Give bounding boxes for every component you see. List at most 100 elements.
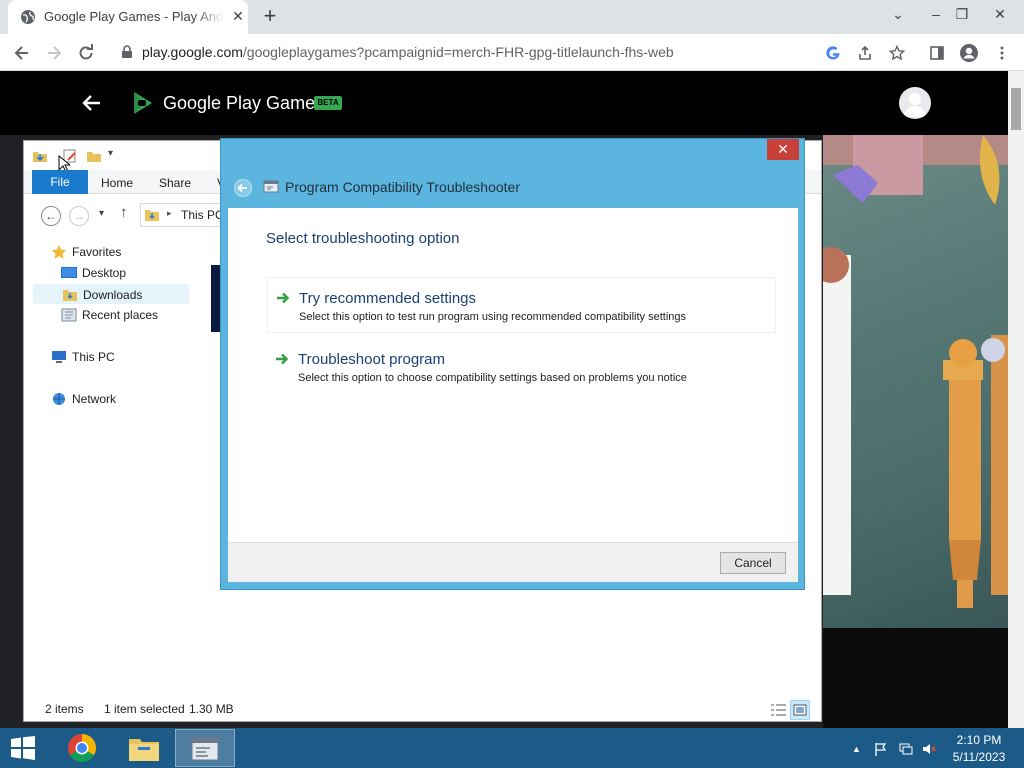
option-description: Select this option to choose compatibili… [298, 372, 687, 384]
minimize-button[interactable]: – [922, 2, 950, 26]
nav-label: Favorites [72, 245, 122, 259]
share-icon [859, 45, 871, 60]
status-item-count: 2 items [45, 702, 84, 716]
url-path: /googleplaygames?pcampaignid=merch-FHR-g… [242, 44, 674, 60]
large-icons-view-icon [793, 704, 807, 716]
clock-date[interactable]: 5/11/2023 [948, 750, 1010, 764]
troubleshooter-dialog: ✕ Program Compatibility Troubleshooter S… [220, 138, 805, 590]
globe-icon [21, 10, 35, 24]
play-games-logo-icon [134, 92, 152, 114]
option-troubleshoot-program[interactable]: Troubleshoot program Select this option … [267, 339, 776, 395]
beta-badge: BETA [314, 96, 342, 110]
url-text: play.google.com/googleplaygames?pcampaig… [142, 44, 674, 60]
forward-button[interactable] [41, 40, 67, 66]
kebab-menu-icon [1000, 46, 1004, 60]
network-tray-icon[interactable] [899, 742, 913, 756]
action-center-flag-icon[interactable] [874, 742, 888, 756]
ribbon-tab-file[interactable]: File [32, 170, 88, 194]
nav-label: Desktop [82, 266, 127, 280]
details-view-icon [771, 704, 786, 716]
cancel-button[interactable]: Cancel [720, 552, 786, 574]
new-folder-icon[interactable] [86, 148, 102, 164]
ribbon-tab-share[interactable]: Share [159, 170, 191, 194]
share-button[interactable] [852, 40, 878, 66]
dialog-footer: Cancel [228, 542, 798, 582]
nav-label: Network [72, 392, 117, 406]
troubleshooter-icon [263, 180, 279, 193]
taskbar-chrome-button[interactable] [53, 729, 113, 767]
status-size: 1.30 MB [189, 702, 234, 716]
clock-time[interactable]: 2:10 PM [948, 733, 1010, 747]
breadcrumb[interactable]: This PC [181, 208, 224, 222]
url-host: play.google.com [142, 44, 243, 60]
close-window-button[interactable]: ✕ [986, 2, 1014, 26]
desktop-icon [61, 267, 77, 278]
dialog-content: Select troubleshooting option Try recomm… [228, 208, 798, 542]
new-tab-button[interactable]: + [258, 5, 282, 29]
game-artwork-image [823, 135, 1008, 628]
page-content-dark-area [823, 628, 1008, 728]
computer-icon [52, 351, 66, 363]
folder-down-icon[interactable] [32, 148, 48, 164]
dialog-close-button[interactable]: ✕ [767, 139, 799, 160]
google-lens-button[interactable] [820, 40, 846, 66]
explorer-status-bar: 2 items 1 item selected 1.30 MB [24, 697, 821, 721]
windows-taskbar: ▲ [0, 728, 1024, 768]
profile-icon [960, 44, 978, 62]
nav-item-downloads[interactable]: Downloads [33, 284, 189, 304]
option-try-recommended-settings[interactable]: Try recommended settings Select this opt… [267, 277, 776, 333]
browser-tab-active[interactable]: Google Play Games - Play Android games o… [8, 0, 248, 34]
dialog-title: Program Compatibility Troubleshooter [285, 179, 520, 195]
page-scrollbar-thumb[interactable] [1011, 88, 1021, 130]
browser-toolbar: play.google.com/googleplaygames?pcampaig… [0, 34, 1024, 71]
lock-icon [122, 45, 132, 58]
chrome-menu-button[interactable] [989, 40, 1015, 66]
star-icon [51, 245, 67, 259]
play-games-brand: Google Play Games [163, 93, 325, 113]
start-button[interactable] [8, 736, 38, 760]
show-hidden-icons-chevron-icon[interactable]: ▲ [852, 742, 866, 756]
large-icons-view-button[interactable] [790, 700, 810, 720]
reload-icon [79, 44, 93, 60]
explorer-forward-button[interactable]: → [69, 206, 89, 226]
account-avatar[interactable] [899, 87, 931, 119]
dialog-back-button[interactable] [234, 179, 252, 197]
option-description: Select this option to test run program u… [299, 311, 687, 323]
page-scrollbar[interactable] [1008, 71, 1024, 728]
star-icon [889, 45, 905, 61]
details-view-button[interactable] [768, 700, 788, 720]
explorer-address-bar[interactable]: ▸ This PC [140, 203, 230, 227]
game-scene-illustration [823, 135, 1008, 608]
explorer-back-button[interactable]: ← [41, 206, 61, 226]
tab-search-chevron-icon[interactable]: ⌄ [884, 2, 912, 26]
back-button[interactable] [9, 40, 35, 66]
up-arrow-icon[interactable]: ↑ [120, 204, 128, 221]
side-panel-button[interactable] [924, 40, 950, 66]
reload-button[interactable] [73, 40, 99, 66]
ribbon-tab-home[interactable]: Home [101, 170, 133, 194]
nav-label: Recent places [82, 308, 159, 322]
taskbar-file-explorer-button[interactable] [114, 729, 174, 767]
recent-locations-chevron-icon[interactable]: ▾ [99, 208, 104, 219]
restore-button[interactable]: ❐ [948, 2, 976, 26]
green-arrow-icon [277, 292, 290, 304]
option-title: Troubleshoot program [298, 351, 446, 368]
back-arrow-icon [237, 183, 247, 193]
option-title: Try recommended settings [299, 290, 477, 307]
play-back-arrow-icon[interactable] [80, 91, 104, 115]
google-g-icon [826, 46, 840, 60]
nav-label: This PC [72, 350, 115, 364]
tab-title: Google Play Games - Play Android games o… [44, 9, 224, 24]
customize-qat-chevron-icon[interactable]: ▾ [108, 148, 113, 159]
chrome-icon [68, 734, 96, 762]
tab-close-icon[interactable]: ✕ [230, 8, 246, 24]
downloads-folder-icon [63, 290, 77, 301]
browser-tabstrip: Google Play Games - Play Android games o… [0, 0, 1024, 34]
profile-button[interactable] [956, 40, 982, 66]
address-bar[interactable]: play.google.com/googleplaygames?pcampaig… [108, 37, 916, 67]
volume-muted-icon[interactable] [922, 742, 936, 756]
bookmark-button[interactable] [884, 40, 910, 66]
green-arrow-icon [276, 353, 289, 365]
dialog-heading: Select troubleshooting option [266, 230, 460, 247]
taskbar-troubleshooter-button[interactable] [175, 729, 235, 767]
